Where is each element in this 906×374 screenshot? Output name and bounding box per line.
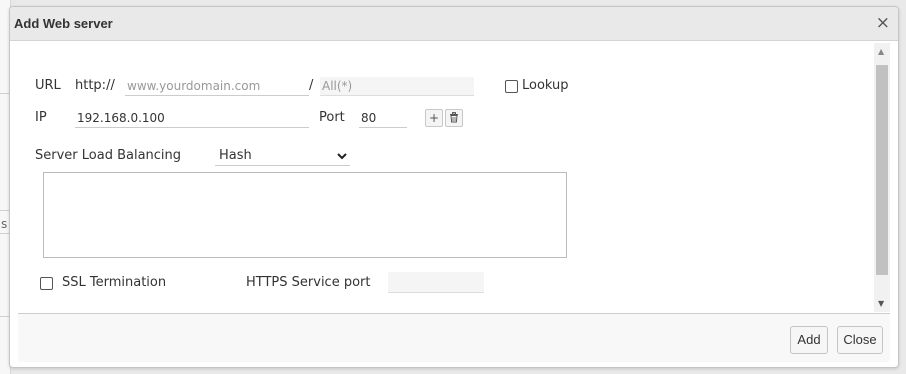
path-input[interactable] [320,77,474,96]
server-list-textarea[interactable] [43,172,567,258]
url-label: URL [35,78,61,93]
delete-ip-button[interactable] [445,109,463,127]
plus-icon: + [428,111,440,125]
load-balancing-select[interactable]: Hash [215,147,350,166]
dialog-footer: Add Close [18,313,890,362]
port-input[interactable] [359,109,407,128]
close-icon[interactable]: × [876,13,890,33]
add-ip-button[interactable]: + [425,109,443,127]
https-port-input[interactable] [388,272,484,293]
dialog-titlebar[interactable]: Add Web server × [10,7,898,41]
load-balancing-value: Hash [219,148,252,163]
ssl-termination-checkbox[interactable] [40,277,53,290]
lookup-checkbox[interactable] [505,80,518,93]
dialog-content: URL http:// / Lookup IP Port + Server Lo… [18,43,865,312]
load-balancing-label: Server Load Balancing [35,148,182,163]
background-divider [0,93,9,94]
dialog-title: Add Web server [14,16,113,31]
url-scheme: http:// [75,78,115,93]
port-label: Port [319,110,345,125]
https-port-label: HTTPS Service port [246,275,371,290]
content-scrollbar[interactable]: ▲ ▼ [874,43,890,312]
scroll-thumb[interactable] [876,65,888,275]
trash-icon [450,112,458,123]
add-button[interactable]: Add [790,326,828,354]
ssl-termination-label: SSL Termination [62,275,167,290]
background-divider [0,233,9,234]
background-text: s [1,217,8,231]
ip-label: IP [35,110,47,125]
background-divider [0,210,9,211]
add-web-server-dialog: Add Web server × URL http:// / Lookup IP… [9,6,899,368]
chevron-down-icon [337,153,347,160]
ip-input[interactable] [75,109,309,128]
domain-input[interactable] [125,77,309,96]
scroll-up-icon[interactable]: ▲ [878,47,884,56]
path-separator: / [309,78,314,93]
close-button[interactable]: Close [837,326,883,354]
scroll-down-icon[interactable]: ▼ [878,299,884,308]
lookup-label: Lookup [522,78,569,93]
background-divider [0,316,9,317]
